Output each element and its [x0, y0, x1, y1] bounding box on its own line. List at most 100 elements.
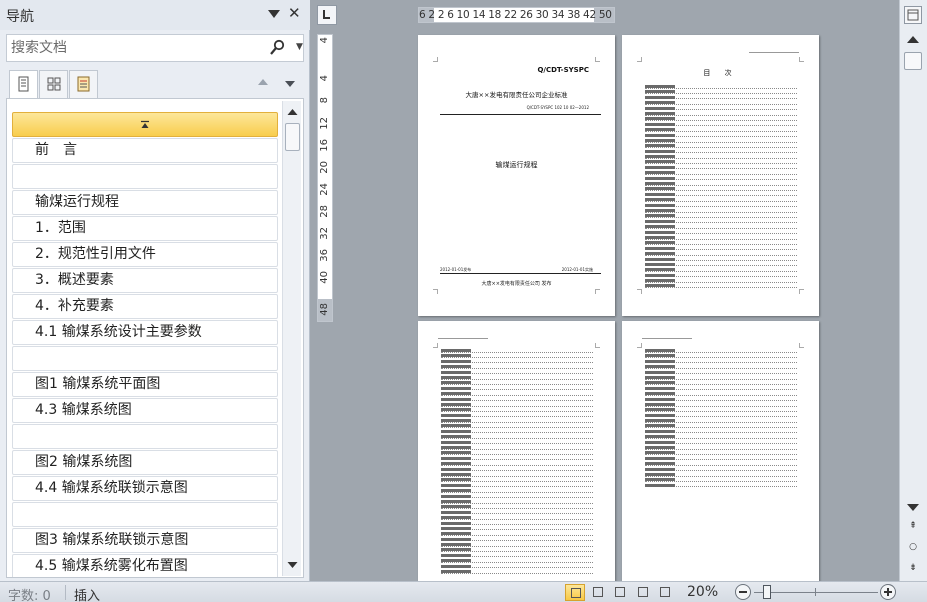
reading-icon — [593, 587, 603, 597]
previous-page-icon[interactable]: ⇞ — [908, 521, 918, 531]
heading-item[interactable]: 图2 输煤系统图 — [12, 450, 278, 475]
scroll-up-arrow-icon[interactable] — [907, 36, 919, 43]
tab-pages[interactable] — [39, 70, 68, 99]
word-count[interactable]: 字数: 0 — [8, 585, 51, 602]
heading-item[interactable]: 图3 输煤系统联锁示意图 — [12, 528, 278, 553]
heading-item[interactable]: 2．规范性引用文件 — [12, 242, 278, 267]
zoom-in-button[interactable] — [880, 584, 896, 600]
nav-header: 导航 ✕ — [0, 0, 310, 30]
toc-line — [645, 273, 797, 278]
toc-line — [441, 419, 593, 423]
toc-line — [441, 559, 593, 563]
toc-line — [441, 386, 593, 391]
toc-line — [645, 402, 797, 407]
heading-list-scrollbar[interactable] — [282, 101, 301, 576]
zoom-100-marker — [815, 588, 816, 596]
heading-item[interactable]: 输煤运行规程 — [12, 190, 278, 215]
heading-item[interactable] — [12, 424, 278, 449]
scrollbar-thumb[interactable] — [904, 52, 922, 70]
heading-item[interactable]: 前 言 — [12, 138, 278, 163]
next-heading-arrow-icon[interactable] — [285, 81, 295, 87]
document-page-toc-continued[interactable] — [418, 321, 615, 583]
toc-line — [645, 149, 797, 154]
heading-item[interactable]: 4.4 输煤系统联锁示意图 — [12, 476, 278, 501]
insert-mode[interactable]: 插入 — [74, 585, 100, 602]
search-input[interactable] — [7, 35, 257, 61]
collapse-all-icon[interactable] — [140, 120, 150, 130]
view-ruler-button[interactable] — [904, 6, 922, 24]
toc-line — [645, 95, 797, 100]
heading-item[interactable]: 3．概述要素 — [12, 268, 278, 293]
heading-item[interactable] — [12, 502, 278, 527]
print-layout-icon — [571, 588, 581, 598]
heading-item[interactable] — [12, 164, 278, 189]
page-header-line — [642, 338, 692, 339]
zoom-out-button[interactable] — [735, 584, 751, 600]
toc-line — [645, 128, 797, 132]
page-header-line — [438, 338, 488, 339]
document-area[interactable]: 6 2 2 6 10 14 18 22 26 30 34 38 42 50 4 … — [311, 0, 899, 583]
scrollbar-thumb[interactable] — [285, 123, 300, 151]
close-icon[interactable]: ✕ — [288, 4, 301, 22]
full-screen-reading-view-button[interactable] — [588, 584, 608, 601]
search-options-chevron-icon[interactable]: ▼ — [296, 42, 303, 52]
next-page-icon[interactable]: ⇟ — [908, 563, 918, 573]
toc-line — [645, 413, 797, 418]
toc-line — [645, 462, 797, 466]
select-browse-object-icon[interactable]: ○ — [908, 542, 918, 552]
scroll-up-arrow-icon[interactable] — [285, 104, 300, 120]
web-layout-view-button[interactable] — [610, 584, 630, 601]
document-page-toc-end[interactable] — [622, 321, 819, 583]
crop-mark — [595, 289, 600, 294]
crop-mark — [595, 57, 600, 62]
heading-label: 4．补充要素 — [35, 298, 114, 314]
heading-label: 3．概述要素 — [35, 272, 114, 288]
horizontal-ruler[interactable]: 6 2 2 6 10 14 18 22 26 30 34 38 42 50 — [418, 7, 615, 23]
scroll-down-arrow-icon[interactable] — [907, 504, 919, 511]
tab-headings[interactable] — [9, 70, 38, 99]
document-page-toc[interactable]: 目 次 — [622, 35, 819, 316]
toc-line — [645, 133, 797, 138]
toc-line — [645, 90, 797, 94]
toc-line — [645, 160, 797, 165]
heading-label: 4.1 输煤系统设计主要参数 — [35, 324, 202, 340]
crop-mark — [799, 343, 804, 348]
heading-item[interactable]: 4.5 输煤系统雾化布置图 — [12, 554, 278, 577]
outline-view-button[interactable] — [633, 584, 653, 601]
heading-item-collapse[interactable] — [12, 112, 278, 137]
vertical-ruler[interactable]: 4 4 8 12 16 20 24 28 32 36 40 48 — [317, 34, 333, 322]
previous-heading-arrow-icon[interactable] — [258, 79, 268, 85]
tab-selector-button[interactable] — [317, 5, 337, 25]
zoom-slider[interactable] — [754, 592, 878, 593]
draft-view-button[interactable] — [655, 584, 675, 601]
document-vertical-scrollbar[interactable]: ⇞ ○ ⇟ — [899, 0, 927, 581]
zoom-level[interactable]: 20% — [687, 584, 718, 600]
toc-line — [645, 419, 797, 423]
heading-item[interactable]: 4．补充要素 — [12, 294, 278, 319]
toc-line — [645, 268, 797, 272]
heading-item[interactable]: 1．范围 — [12, 216, 278, 241]
toc-line — [645, 429, 797, 434]
nav-options-dropdown-icon[interactable] — [267, 8, 281, 20]
print-layout-view-button[interactable] — [565, 584, 585, 601]
heading-item[interactable]: 图1 输煤系统平面图 — [12, 372, 278, 397]
toc-line — [645, 397, 797, 402]
company-standard-title: 大唐××发电有限责任公司企业标准 — [465, 91, 568, 99]
ruler-tick: 20 — [319, 161, 330, 174]
heading-item[interactable]: 4.3 输煤系统图 — [12, 398, 278, 423]
scroll-down-arrow-icon[interactable] — [285, 557, 300, 573]
toc-line — [645, 182, 797, 186]
zoom-slider-thumb[interactable] — [763, 585, 771, 599]
toc-line — [645, 435, 797, 439]
search-box: ▼ — [6, 34, 304, 62]
toc-line — [441, 446, 593, 450]
toc-line — [645, 284, 797, 289]
heading-item[interactable]: 4.1 输煤系统设计主要参数 — [12, 320, 278, 345]
tab-results[interactable] — [69, 70, 98, 99]
toc-line — [441, 440, 593, 445]
document-page-cover[interactable]: Q/CDT-SYSPC 大唐××发电有限责任公司企业标准 Q/CDT-SYSPC… — [418, 35, 615, 316]
toc-line — [645, 165, 797, 170]
toc-line — [645, 246, 797, 251]
heading-item[interactable] — [12, 346, 278, 371]
search-icon[interactable] — [269, 39, 285, 57]
